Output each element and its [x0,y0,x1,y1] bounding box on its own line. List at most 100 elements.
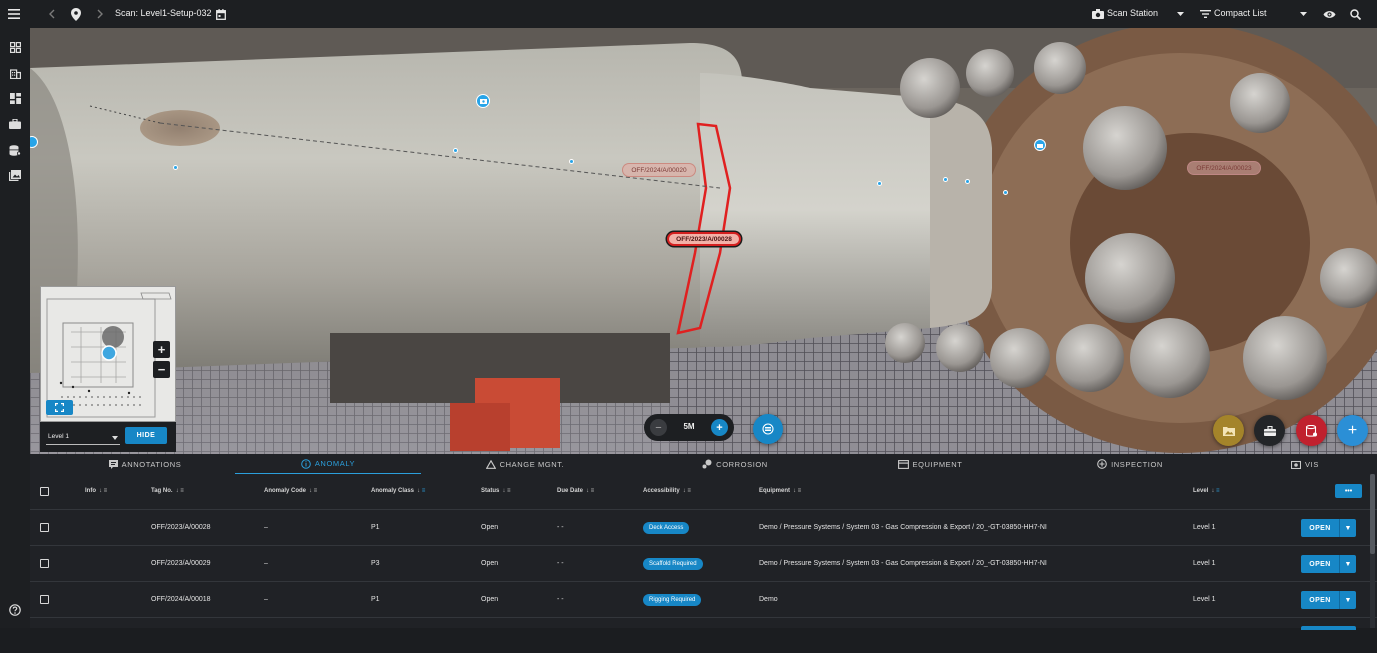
photo-library-icon[interactable] [7,167,23,183]
open-button[interactable]: OPEN ▼ [1301,591,1356,609]
eye-icon[interactable] [1321,6,1337,22]
camera-station-icon[interactable] [476,94,490,108]
row-checkbox[interactable] [40,595,49,604]
hide-button[interactable]: HIDE [125,427,167,444]
location-pin-icon[interactable] [68,6,84,22]
cell-anomaly-class: P3 [371,560,380,567]
tab-equipment[interactable]: EQUIPMENT [870,454,990,474]
scan-viewer[interactable]: OFF/2024/A/00020 OFF/2023/A/00028 OFF/20… [30,28,1377,454]
column-header-due-date[interactable]: Due Date ↓ ≡ [557,488,594,494]
menu-icon[interactable] [6,6,22,22]
chevron-down-icon[interactable]: ▼ [1339,555,1356,573]
column-header-equipment[interactable]: Equipment ↓ ≡ [759,488,801,494]
gallery-fab[interactable] [1213,415,1244,446]
sort-icon[interactable]: ↓ ≡ [586,488,594,494]
column-header-anomaly-code[interactable]: Anomaly Code ↓ ≡ [264,488,317,494]
sort-icon[interactable]: ↓ ≡ [99,488,107,494]
layers-button[interactable] [753,414,783,444]
help-icon[interactable] [7,602,23,618]
equipment-fab[interactable] [1254,415,1285,446]
zoom-in-button[interactable]: + [153,341,170,358]
scan-point-marker[interactable] [453,148,458,153]
tab-vis[interactable]: VIS [1275,454,1335,474]
fullscreen-button[interactable] [46,400,73,415]
accessibility-badge: Deck Access [643,522,690,534]
sort-icon[interactable]: ↓ ≡ [309,488,317,494]
chevron-down-icon[interactable]: ▼ [1339,519,1356,537]
anomaly-fab[interactable] [1296,415,1327,446]
scrollbar-thumb[interactable] [1370,474,1375,554]
tab-label: ANOMALY [314,459,356,468]
tab-label: VIS [1305,459,1319,469]
table-row[interactable]: OFF/2023/A/00029 – P3 Open - - Scaffold … [30,545,1377,581]
column-header-level[interactable]: Level ↓ ≡ [1193,488,1220,494]
column-header-status[interactable]: Status ↓ ≡ [481,488,511,494]
dashboard-icon[interactable] [7,90,23,106]
tab-inspection[interactable]: INSPECTION [1070,454,1190,474]
accessibility-badge: Rigging Required [643,594,702,606]
column-header-anomaly-class[interactable]: Anomaly Class ↓ ≡ [371,488,425,494]
anomaly-tag[interactable]: OFF/2024/A/00023 [1187,161,1261,175]
sort-icon[interactable]: ↓ ≡ [683,488,691,494]
open-button[interactable]: OPEN ▼ [1301,519,1356,537]
column-header-tag[interactable]: Tag No. ↓ ≡ [151,488,184,494]
decrease-distance-button[interactable]: − [650,419,667,436]
anomaly-tag-selected[interactable]: OFF/2023/A/00028 [667,232,741,246]
table-row-partial[interactable] [30,617,1377,653]
calendar-icon[interactable] [213,6,229,22]
tab-change-mgnt[interactable]: CHANGE MGNT. [470,454,580,474]
more-options-button[interactable]: ••• [1335,484,1362,498]
camera-icon[interactable] [1091,7,1105,21]
tab-annotations[interactable]: ANNOTATIONS [85,454,205,474]
row-checkbox[interactable] [40,523,49,532]
chevron-right-icon[interactable] [92,6,108,22]
increase-distance-button[interactable]: + [711,419,728,436]
cell-due-date: - - [557,524,564,531]
filter-list-icon[interactable] [1198,7,1212,21]
dropdown-arrow-icon[interactable] [1173,7,1187,21]
row-checkbox[interactable] [40,559,49,568]
sort-icon[interactable]: ↓ ≡ [1211,488,1219,494]
sort-icon[interactable]: ↓ ≡ [176,488,184,494]
level-select[interactable]: Level 1 [46,429,120,445]
select-all-checkbox[interactable] [40,487,49,496]
scan-station-select[interactable]: Scan Station [1107,8,1158,18]
scan-point-marker[interactable] [569,159,574,164]
chevron-down-icon[interactable]: ▼ [1339,591,1356,609]
dropdown-arrow-icon[interactable] [1296,7,1310,21]
grid-view-icon[interactable] [7,39,23,55]
add-fab[interactable]: + [1337,415,1368,446]
column-header-accessibility[interactable]: Accessibility ↓ ≡ [643,488,691,494]
scan-point-marker[interactable] [173,165,178,170]
scan-point-marker[interactable] [965,179,970,184]
scan-point-marker[interactable] [877,181,882,186]
cell-anomaly-code: – [264,524,268,531]
table-row[interactable]: OFF/2024/A/00018 – P1 Open - - Rigging R… [30,581,1377,617]
zoom-out-button[interactable]: − [153,361,170,378]
scan-point-marker[interactable] [943,177,948,182]
tab-label: EQUIPMENT [912,459,963,469]
tab-corrosion[interactable]: CORROSION [680,454,790,474]
camera-station-icon[interactable] [1034,139,1046,151]
building-icon[interactable] [7,65,23,81]
database-settings-icon[interactable] [7,142,23,158]
chevron-left-icon[interactable] [44,6,60,22]
sort-icon[interactable]: ↓ ≡ [502,488,510,494]
cell-status: Open [481,596,499,603]
sort-icon[interactable]: ↓ ≡ [417,488,425,494]
briefcase-icon[interactable] [7,116,23,132]
cell-level: Level 1 [1193,596,1216,603]
column-header-info[interactable]: Info ↓ ≡ [85,488,107,494]
compact-list-select[interactable]: Compact List [1214,8,1267,18]
sort-icon[interactable]: ↓ ≡ [793,488,801,494]
cell-status: Open [481,560,499,567]
anomaly-tag[interactable]: OFF/2024/A/00020 [622,163,696,177]
tab-anomaly[interactable]: ANOMALY [235,454,421,474]
table-row[interactable]: OFF/2023/A/00028 – P1 Open - - Deck Acce… [30,509,1377,545]
scrollbar[interactable] [1370,474,1375,628]
open-button[interactable]: OPEN ▼ [1301,555,1356,573]
search-icon[interactable] [1347,6,1363,22]
minimap[interactable]: + − [40,286,176,422]
open-button-partial[interactable] [1301,626,1356,630]
scan-point-marker[interactable] [1003,190,1008,195]
